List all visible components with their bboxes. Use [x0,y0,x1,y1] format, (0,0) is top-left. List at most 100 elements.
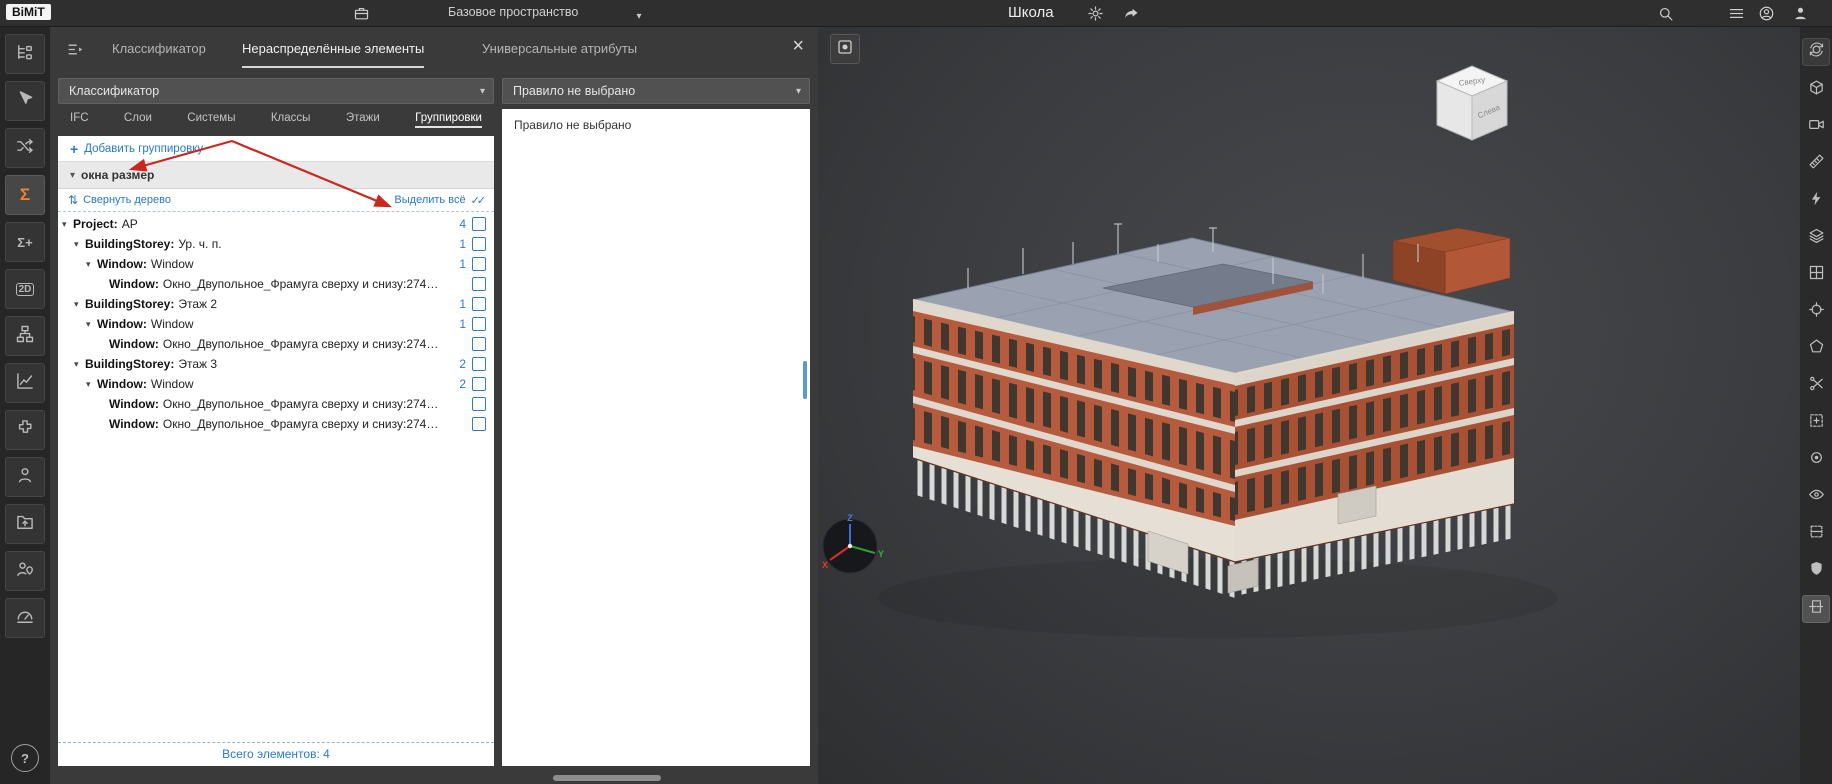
tab-universal-attributes[interactable]: Универсальные атрибуты [482,41,637,66]
node-checkbox[interactable] [472,257,486,271]
workspace-selector[interactable]: Базовое пространство [448,5,578,19]
measure-button[interactable] [1803,151,1829,177]
select-all-link[interactable]: Выделить всё [394,194,465,206]
tree-row[interactable]: ▾Window:Window1 [58,314,494,334]
layers-button[interactable] [1803,225,1829,251]
app-logo[interactable]: BiMiT [6,4,51,20]
dashboard-button[interactable] [5,598,45,638]
select-all-check-icon[interactable]: ✓✓ [471,194,486,207]
dimensions-frame-button[interactable] [1803,410,1829,436]
section-plane-button[interactable] [1802,595,1830,623]
tree-row[interactable]: ▾Window:Window2 [58,374,494,394]
panel-collapse-icon[interactable] [66,40,86,60]
dimensions-frame-icon [1808,412,1825,434]
shared-folder-button[interactable] [5,504,45,544]
plugins-button[interactable] [5,410,45,450]
sigma-plus-button[interactable]: Σ+ [5,222,45,262]
center-target-button[interactable] [1803,299,1829,325]
node-checkbox[interactable] [472,397,486,411]
close-panel-icon[interactable]: × [792,36,804,56]
tree-row[interactable]: ▾Project:AP4 [58,214,494,234]
search-icon[interactable] [1656,4,1674,22]
workspace-chevron-icon[interactable]: ▾ [630,7,648,25]
view-camera-button[interactable] [1803,114,1829,140]
charts-button[interactable] [5,363,45,403]
dropdown-chevron-icon: ▾ [480,86,485,97]
tab-classifier[interactable]: Классификатор [112,41,206,66]
node-checkbox[interactable] [472,357,486,371]
tree-row[interactable]: Window:Окно_Двупольное_Фрамуга сверху и … [58,414,494,434]
tab-unallocated-elements[interactable]: Нераспределённые элементы [242,41,424,68]
select-pointer-button[interactable] [5,81,45,121]
expand-caret-icon[interactable]: ▾ [62,219,73,230]
grouping-sigma-button[interactable]: Σ [5,175,45,215]
expand-caret-icon[interactable]: ▾ [74,359,85,370]
account-circle-icon[interactable] [1757,4,1775,22]
node-value: Окно_Двупольное_Фрамуга сверху и снизу:2… [163,277,440,291]
expand-caret-icon[interactable]: ▾ [86,319,97,330]
tree-row[interactable]: ▾BuildingStorey:Этаж 21 [58,294,494,314]
rule-dropdown[interactable]: Правило не выбрано ▾ [502,78,810,104]
add-grouping-button[interactable]: + Добавить группировку [58,136,494,161]
node-checkbox[interactable] [472,297,486,311]
node-checkbox[interactable] [472,317,486,331]
clip-box-button[interactable] [1803,521,1829,547]
focus-mode-button[interactable] [830,34,860,64]
relations-button[interactable] [5,128,45,168]
help-button[interactable]: ? [11,744,39,772]
quick-actions-button[interactable] [1803,188,1829,214]
subtab-группировки[interactable]: Группировки [415,109,482,128]
visibility-button[interactable] [1803,484,1829,510]
users-button[interactable] [5,457,45,497]
tree-row[interactable]: ▾BuildingStorey:Ур. ч. п.1 [58,234,494,254]
view-2d-icon: 2D [16,283,35,296]
node-value: Ур. ч. п. [178,237,440,251]
rule-empty-text: Правило не выбрано [502,109,810,141]
expand-caret-icon[interactable]: ▾ [86,379,97,390]
share-icon[interactable] [1122,4,1140,22]
tree-row[interactable]: ▾Window:Window1 [58,254,494,274]
shield-button[interactable] [1803,558,1829,584]
grouping-item[interactable]: ▾ окна размер [58,161,494,189]
user-icon[interactable] [1791,4,1809,22]
tree-row[interactable]: Window:Окно_Двупольное_Фрамуга сверху и … [58,394,494,414]
node-checkbox[interactable] [472,217,486,231]
subtab-ifc[interactable]: IFC [70,109,89,126]
orbit-button[interactable] [1802,38,1830,66]
node-checkbox[interactable] [472,237,486,251]
section-box-button[interactable] [1803,77,1829,103]
collapse-tree-link[interactable]: Свернуть дерево [83,194,171,206]
view-2d-button[interactable]: 2D [5,269,45,309]
structure-button[interactable] [5,316,45,356]
user-location-button[interactable] [5,551,45,591]
node-checkbox[interactable] [472,277,486,291]
subtab-этажи[interactable]: Этажи [346,109,380,126]
node-checkbox[interactable] [472,377,486,391]
classifier-dropdown[interactable]: Классификатор ▾ [58,78,494,104]
node-checkbox[interactable] [472,337,486,351]
axis-gizmo[interactable]: Z Y X [818,512,888,582]
subtab-системы[interactable]: Системы [187,109,235,126]
tree-row[interactable]: ▾BuildingStorey:Этаж 32 [58,354,494,374]
grid-table-button[interactable] [1803,262,1829,288]
horizontal-scrollbar[interactable] [553,775,661,781]
expand-caret-icon[interactable]: ▾ [74,299,85,310]
viewport-3d[interactable]: Сверху Слева Z Y X [818,26,1800,784]
building-3d-model[interactable] [818,26,1800,784]
navigation-cube[interactable]: Сверху Слева [1422,56,1532,151]
tree-row[interactable]: Window:Окно_Двупольное_Фрамуга сверху и … [58,334,494,354]
visibility-icon [1808,486,1825,508]
polygon-select-button[interactable] [1803,336,1829,362]
expand-caret-icon[interactable]: ▾ [74,239,85,250]
subtab-классы[interactable]: Классы [271,109,311,126]
expand-caret-icon[interactable]: ▾ [86,259,97,270]
model-tree-button[interactable] [5,34,45,74]
node-checkbox[interactable] [472,417,486,431]
scrollbar-thumb[interactable] [803,361,807,399]
tree-row[interactable]: Window:Окно_Двупольное_Фрамуга сверху и … [58,274,494,294]
subtab-слои[interactable]: Слои [124,109,152,126]
cut-button[interactable] [1803,373,1829,399]
settings-gear-icon[interactable] [1086,4,1104,22]
menu-icon[interactable] [1727,4,1745,22]
point-target-button[interactable] [1803,447,1829,473]
